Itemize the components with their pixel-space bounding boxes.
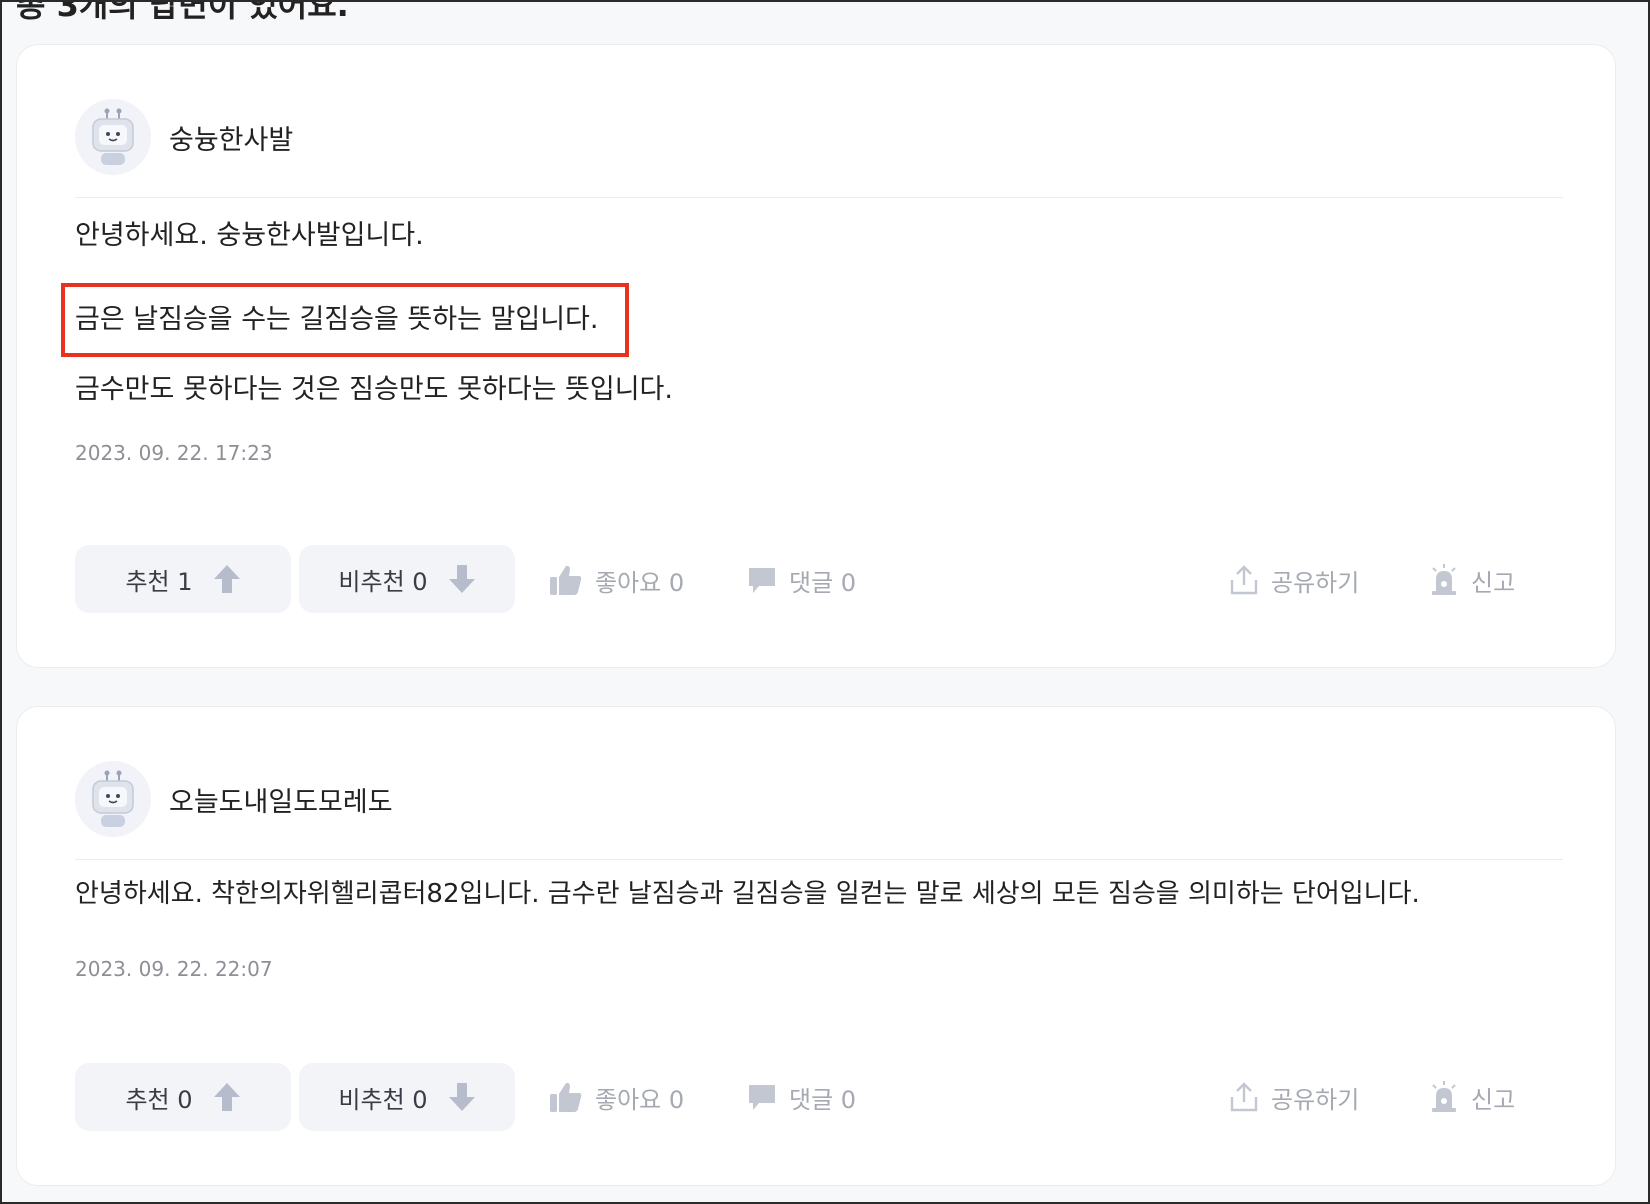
answer-timestamp: 2023. 09. 22. 17:23	[75, 441, 273, 465]
share-label: 공유하기	[1271, 1085, 1360, 1114]
downvote-button[interactable]: 비추천 0	[299, 545, 515, 613]
share-button[interactable]: 공유하기	[1229, 1077, 1359, 1117]
siren-icon	[1432, 564, 1456, 595]
upvote-button[interactable]: 추천 0	[75, 1063, 291, 1131]
report-button[interactable]: 신고	[1429, 560, 1515, 600]
arrow-down-icon	[448, 1083, 475, 1111]
thumbs-up-icon	[550, 565, 582, 595]
share-icon	[1230, 1082, 1258, 1112]
robot-avatar-icon	[75, 761, 151, 837]
comment-label: 댓글 0	[789, 1085, 857, 1114]
upvote-label: 추천 1	[125, 567, 193, 596]
like-button[interactable]: 좋아요 0	[549, 560, 684, 600]
downvote-label: 비추천 0	[338, 567, 428, 596]
answer-card: 오늘도내일도모레도 안녕하세요. 착한의자위헬리콥터82입니다. 금수란 날짐승…	[16, 706, 1616, 1186]
downvote-button[interactable]: 비추천 0	[299, 1063, 515, 1131]
answer-paragraph: 금수만도 못하다는 것은 짐승만도 못하다는 뜻입니다.	[75, 374, 673, 405]
divider	[75, 197, 1563, 198]
author-name[interactable]: 오늘도내일도모레도	[169, 780, 393, 819]
comment-label: 댓글 0	[789, 568, 857, 597]
author-info[interactable]: 숭늉한사발	[75, 99, 293, 175]
answer-paragraph: 안녕하세요. 숭늉한사발입니다.	[75, 220, 424, 251]
report-label: 신고	[1471, 1085, 1516, 1114]
share-icon	[1230, 565, 1258, 595]
thumbs-up-icon	[550, 1082, 582, 1112]
comment-icon	[749, 1085, 775, 1110]
comment-button[interactable]: 댓글 0	[747, 560, 856, 600]
arrow-down-icon	[448, 565, 475, 593]
like-label: 좋아요 0	[595, 1085, 685, 1114]
siren-icon	[1432, 1081, 1456, 1112]
divider	[75, 859, 1563, 860]
arrow-up-icon	[213, 565, 240, 593]
page-frame: 총 3개의 답변이 있어요. 숭늉한사발 안녕하세요. 숭늉한사발입니다. 금은…	[0, 0, 1650, 1204]
like-label: 좋아요 0	[595, 568, 685, 597]
report-label: 신고	[1471, 568, 1516, 597]
share-label: 공유하기	[1271, 568, 1360, 597]
answer-card: 숭늉한사발 안녕하세요. 숭늉한사발입니다. 금은 날짐승을 수는 길짐승을 뜻…	[16, 44, 1616, 668]
answer-paragraph-highlighted: 금은 날짐승을 수는 길짐승을 뜻하는 말입니다.	[75, 304, 599, 335]
comment-button[interactable]: 댓글 0	[747, 1077, 856, 1117]
robot-avatar-icon	[75, 99, 151, 175]
like-button[interactable]: 좋아요 0	[549, 1077, 684, 1117]
answers-heading: 총 3개의 답변이 있어요.	[16, 0, 349, 24]
comment-icon	[749, 568, 775, 593]
author-name[interactable]: 숭늉한사발	[169, 118, 293, 157]
share-button[interactable]: 공유하기	[1229, 560, 1359, 600]
arrow-up-icon	[213, 1083, 240, 1111]
answer-paragraph: 안녕하세요. 착한의자위헬리콥터82입니다. 금수란 날짐승과 길짐승을 일컫는…	[75, 879, 1420, 909]
upvote-button[interactable]: 추천 1	[75, 545, 291, 613]
answer-timestamp: 2023. 09. 22. 22:07	[75, 957, 273, 981]
upvote-label: 추천 0	[125, 1085, 193, 1114]
downvote-label: 비추천 0	[338, 1085, 428, 1114]
report-button[interactable]: 신고	[1429, 1077, 1515, 1117]
author-info[interactable]: 오늘도내일도모레도	[75, 761, 393, 837]
